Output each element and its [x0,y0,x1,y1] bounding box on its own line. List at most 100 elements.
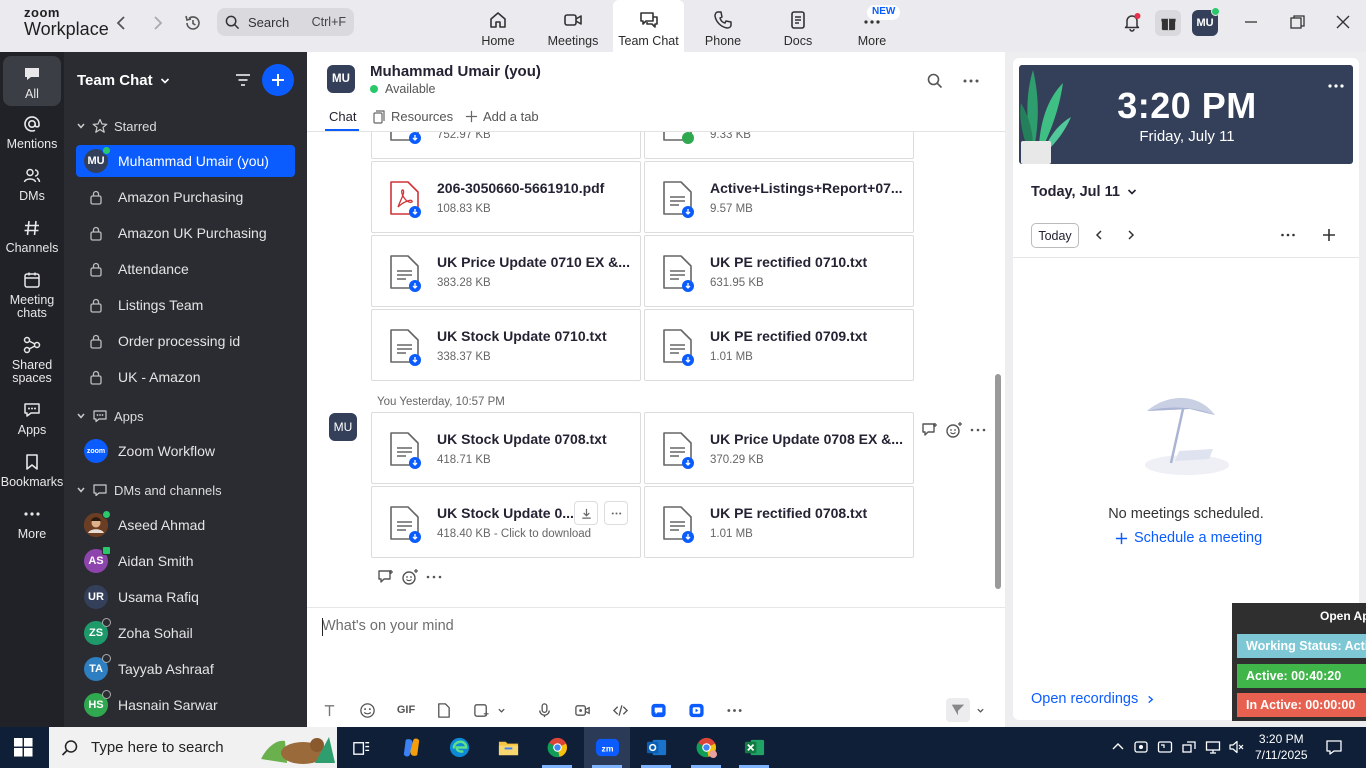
rail-item-all[interactable]: All [3,56,61,106]
hero-more-icon[interactable] [1327,77,1345,95]
forward-arrow-icon[interactable] [147,13,167,33]
send-options-chevron-icon[interactable] [974,700,986,720]
chat-title[interactable]: Muhammad Umair (you) [370,63,541,80]
show-hidden-icons-chevron-icon[interactable] [1110,739,1126,755]
file-card[interactable]: UK PE rectified 0709.txt 1.01 MB [644,309,914,381]
system-clock[interactable]: 3:20 PM 7/11/2025 [1255,731,1308,763]
back-arrow-icon[interactable] [112,13,132,33]
chat-header-avatar[interactable]: MU [327,65,355,93]
schedule-meeting-link[interactable]: Schedule a meeting [1115,530,1262,546]
file-card[interactable]: UK Price Update 0708 EX &... 370.29 KB [644,412,914,484]
sidebar-item-dm[interactable]: UR Usama Rafiq [76,581,295,613]
notifications-icon[interactable] [1325,738,1343,756]
message-more-icon[interactable] [425,568,443,586]
reply-icon[interactable] [921,421,939,439]
close-icon[interactable] [1333,12,1353,32]
open-recordings-link[interactable]: Open recordings [1031,691,1155,707]
sidebar-item-channel[interactable]: Amazon Purchasing [76,181,295,213]
section-apps[interactable]: Apps [76,408,144,424]
app-chat-icon[interactable] [648,700,668,720]
rail-item-channels[interactable]: Channels [0,218,64,255]
tab-chat[interactable]: Chat [329,109,356,124]
sidebar-item-dm[interactable]: AS Aidan Smith [76,545,295,577]
rail-item-apps[interactable]: Apps [0,400,64,437]
file-card[interactable]: 9.33 KB [644,132,914,159]
rail-item-shared-spaces[interactable]: Shared spaces [0,335,64,385]
message-avatar[interactable]: MU [329,413,357,441]
sidebar-item-dm[interactable]: HS Hasnain Sarwar [76,689,295,721]
sidebar-title[interactable]: Team Chat [77,72,171,89]
message-list[interactable]: 752.97 KB 9.33 KB 206-3050660-5661910.pd… [307,132,997,607]
copilot-icon[interactable] [388,727,434,768]
file-card[interactable]: 206-3050660-5661910.pdf 108.83 KB [371,161,641,233]
nav-tab-docs[interactable]: Docs [763,0,833,52]
sidebar-item-channel[interactable]: Amazon UK Purchasing [76,217,295,249]
file-card[interactable]: UK Price Update 0710 EX &... 383.28 KB [371,235,641,307]
search-box[interactable]: Search Ctrl+F [217,8,354,36]
outlook-icon[interactable] [633,727,679,768]
network-devices-icon[interactable] [1181,739,1197,755]
edge-browser-icon[interactable] [436,727,482,768]
screenshot-options-chevron-icon[interactable] [495,700,507,720]
file-card-hovered[interactable]: UK Stock Update 0... 418.40 KB - Click t… [371,486,641,558]
text-format-icon[interactable] [319,700,339,720]
new-chat-button[interactable] [262,64,294,96]
app-clips-icon[interactable] [686,700,706,720]
excel-icon[interactable] [731,727,777,768]
chat-scrollbar[interactable] [995,374,1001,589]
zoom-app-icon[interactable]: zm [584,727,630,768]
rail-item-meeting-chats[interactable]: Meeting chats [0,270,64,320]
section-dms-and-channels[interactable]: DMs and channels [76,482,222,498]
meet-now-icon[interactable] [1133,739,1149,755]
rail-item-bookmarks[interactable]: Bookmarks [0,452,64,489]
tab-resources[interactable]: Resources [372,109,453,124]
file-card[interactable]: UK Stock Update 0708.txt 418.71 KB [371,412,641,484]
chrome-icon[interactable] [534,727,580,768]
nav-tab-phone[interactable]: Phone [688,0,758,52]
attach-file-icon[interactable] [433,700,453,720]
rail-item-dms[interactable]: DMs [0,166,64,203]
chat-search-icon[interactable] [926,72,944,90]
screen-capture-icon[interactable] [1157,739,1173,755]
emoji-icon[interactable] [357,700,377,720]
widget-open-app-label[interactable]: Open Ap [1320,609,1366,623]
nav-tab-meetings[interactable]: Meetings [538,0,608,52]
file-card[interactable]: UK PE rectified 0708.txt 1.01 MB [644,486,914,558]
message-more-icon[interactable] [969,421,987,439]
sidebar-item-channel[interactable]: Attendance [76,253,295,285]
send-button[interactable] [946,698,970,722]
download-button[interactable] [574,501,598,525]
sidebar-item-muhammad-umair[interactable]: MU Muhammad Umair (you) [76,145,295,177]
minimize-icon[interactable] [1241,12,1261,32]
volume-muted-icon[interactable] [1228,739,1244,755]
chat-more-options-icon[interactable] [962,72,980,90]
message-input[interactable]: What's on your mind [307,608,1005,688]
emoji-reaction-icon[interactable] [945,421,963,439]
next-day-icon[interactable] [1122,226,1140,244]
sidebar-item-zoom-workflow[interactable]: zoom Zoom Workflow [76,435,295,467]
taskbar-search[interactable]: Type here to search [49,727,337,768]
file-explorer-icon[interactable] [485,727,531,768]
file-card[interactable]: Active+Listings+Report+07... 9.57 MB [644,161,914,233]
nav-tab-home[interactable]: Home [463,0,533,52]
task-view-icon[interactable] [338,727,384,768]
file-more-button[interactable] [604,501,628,525]
composer-more-icon[interactable] [724,700,744,720]
history-icon[interactable] [183,13,203,33]
file-card[interactable]: 752.97 KB [371,132,641,159]
filter-icon[interactable] [233,70,253,90]
sidebar-item-channel[interactable]: UK - Amazon [76,361,295,393]
chrome-profile-icon[interactable] [683,727,729,768]
video-message-icon[interactable] [572,700,592,720]
file-card[interactable]: UK PE rectified 0710.txt 631.95 KB [644,235,914,307]
gif-button[interactable]: GIF [395,700,417,720]
whiteboard-gift-button[interactable] [1155,10,1181,36]
reply-icon[interactable] [377,568,395,586]
sidebar-item-channel[interactable]: Listings Team [76,289,295,321]
sidebar-item-dm[interactable]: TA Tayyab Ashraaf [76,653,295,685]
emoji-reaction-icon[interactable] [401,568,419,586]
microphone-icon[interactable] [534,700,554,720]
calendar-date-picker[interactable]: Today, Jul 11 [1031,184,1138,200]
rail-item-more[interactable]: More [0,504,64,541]
file-card[interactable]: UK Stock Update 0710.txt 338.37 KB [371,309,641,381]
